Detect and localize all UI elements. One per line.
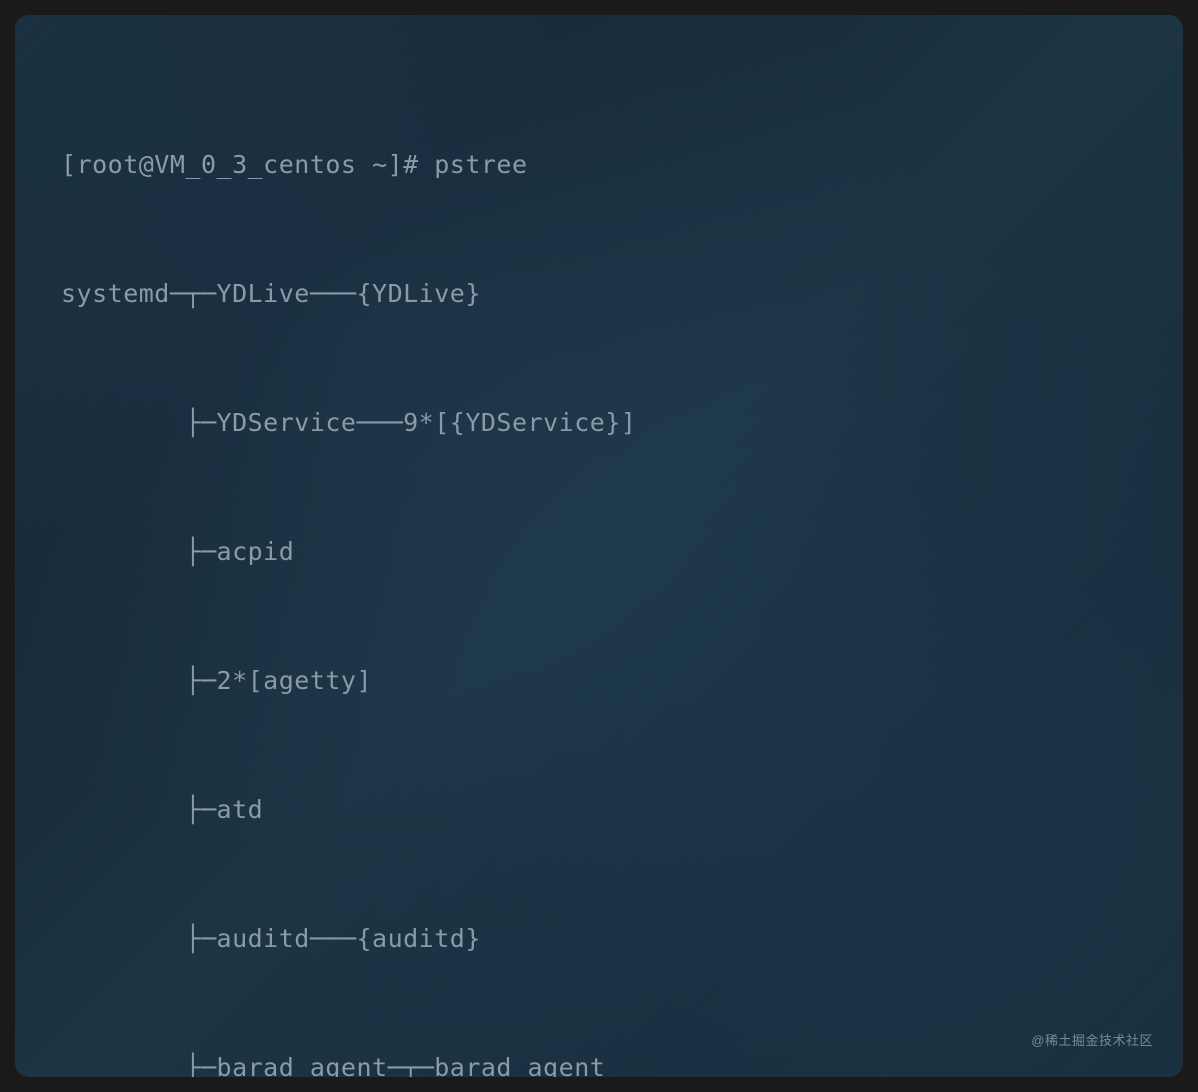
terminal-window[interactable]: [root@VM_0_3_centos ~]# pstree systemd─┬…: [15, 15, 1183, 1077]
tree-line: ├─acpid: [61, 530, 1137, 573]
tree-line: ├─YDService───9*[{YDService}]: [61, 401, 1137, 444]
terminal-output: [root@VM_0_3_centos ~]# pstree systemd─┬…: [61, 57, 1137, 1077]
watermark: @稀土掘金技术社区: [1031, 1030, 1153, 1049]
tree-line: ├─atd: [61, 788, 1137, 831]
prompt-line: [root@VM_0_3_centos ~]# pstree: [61, 143, 1137, 186]
tree-line: ├─auditd───{auditd}: [61, 917, 1137, 960]
tree-line: systemd─┬─YDLive───{YDLive}: [61, 272, 1137, 315]
tree-line: ├─barad_agent─┬─barad_agent: [61, 1046, 1137, 1077]
tree-line: ├─2*[agetty]: [61, 659, 1137, 702]
